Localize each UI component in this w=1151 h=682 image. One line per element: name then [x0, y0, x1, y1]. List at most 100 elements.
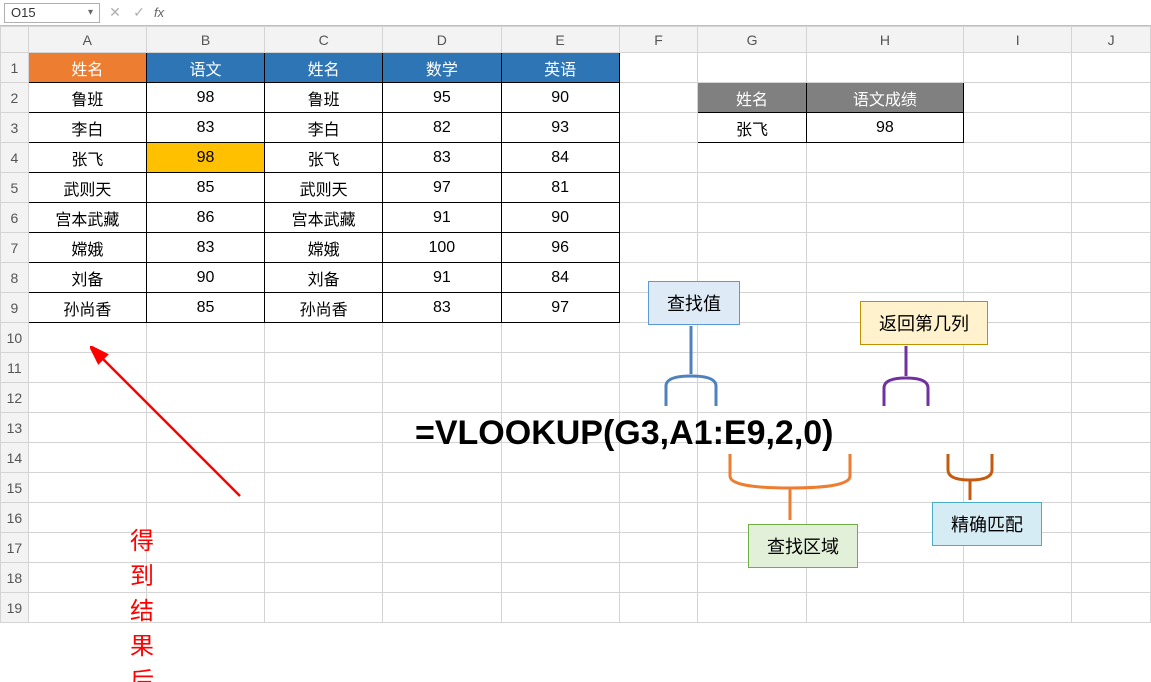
cell[interactable] — [383, 323, 501, 353]
cell[interactable] — [698, 533, 806, 563]
cell[interactable] — [265, 383, 383, 413]
cell[interactable] — [698, 173, 806, 203]
cell[interactable] — [1072, 383, 1151, 413]
cell[interactable]: 孙尚香 — [28, 293, 146, 323]
cell[interactable] — [619, 263, 698, 293]
cell[interactable] — [619, 503, 698, 533]
cell[interactable]: 李白 — [265, 113, 383, 143]
cell[interactable]: 武则天 — [265, 173, 383, 203]
cell[interactable] — [619, 83, 698, 113]
cell[interactable] — [1072, 83, 1151, 113]
cell[interactable] — [1072, 143, 1151, 173]
cell[interactable] — [964, 383, 1072, 413]
row-header[interactable]: 10 — [1, 323, 29, 353]
cell[interactable] — [146, 323, 264, 353]
cell[interactable]: 97 — [501, 293, 619, 323]
cell[interactable] — [964, 113, 1072, 143]
cell[interactable]: 姓名 — [28, 53, 146, 83]
row-header[interactable]: 17 — [1, 533, 29, 563]
cell[interactable] — [265, 323, 383, 353]
cell[interactable]: 宫本武藏 — [28, 203, 146, 233]
cell[interactable] — [806, 413, 963, 443]
cell[interactable]: 语文 — [146, 53, 264, 83]
cell[interactable] — [265, 503, 383, 533]
cell[interactable] — [619, 233, 698, 263]
cell[interactable] — [265, 533, 383, 563]
cell[interactable] — [806, 143, 963, 173]
select-all-corner[interactable] — [1, 27, 29, 53]
cell[interactable]: 83 — [146, 233, 264, 263]
cell[interactable] — [501, 503, 619, 533]
cell[interactable] — [698, 293, 806, 323]
cell[interactable] — [619, 353, 698, 383]
cell[interactable] — [619, 53, 698, 83]
col-header[interactable]: F — [619, 27, 698, 53]
cell[interactable] — [1072, 443, 1151, 473]
cell[interactable]: 85 — [146, 173, 264, 203]
cell[interactable] — [964, 263, 1072, 293]
cell[interactable] — [806, 563, 963, 593]
cell[interactable]: 张飞 — [698, 113, 806, 143]
cell[interactable] — [619, 383, 698, 413]
cell[interactable]: 90 — [146, 263, 264, 293]
cell[interactable] — [964, 353, 1072, 383]
cell[interactable]: 96 — [501, 233, 619, 263]
cell[interactable] — [806, 383, 963, 413]
cell[interactable]: 83 — [383, 293, 501, 323]
cell[interactable] — [501, 413, 619, 443]
cell[interactable]: 91 — [383, 263, 501, 293]
cell[interactable] — [806, 233, 963, 263]
cell[interactable] — [698, 563, 806, 593]
cell[interactable] — [1072, 323, 1151, 353]
cell[interactable] — [501, 443, 619, 473]
cell[interactable]: 98 — [806, 113, 963, 143]
cell[interactable] — [964, 83, 1072, 113]
cell[interactable] — [1072, 533, 1151, 563]
cell[interactable] — [698, 53, 806, 83]
cell[interactable] — [964, 443, 1072, 473]
cell[interactable] — [619, 533, 698, 563]
row-header[interactable]: 12 — [1, 383, 29, 413]
row-header[interactable]: 9 — [1, 293, 29, 323]
cell[interactable]: 孙尚香 — [265, 293, 383, 323]
row-header[interactable]: 4 — [1, 143, 29, 173]
cell[interactable] — [383, 533, 501, 563]
cell[interactable] — [964, 203, 1072, 233]
cell[interactable] — [619, 593, 698, 623]
cell[interactable]: 宫本武藏 — [265, 203, 383, 233]
cell[interactable] — [964, 293, 1072, 323]
cell[interactable] — [1072, 53, 1151, 83]
col-header[interactable]: C — [265, 27, 383, 53]
cell[interactable] — [698, 203, 806, 233]
cell[interactable] — [265, 473, 383, 503]
cell[interactable] — [806, 353, 963, 383]
row-header[interactable]: 8 — [1, 263, 29, 293]
row-header[interactable]: 18 — [1, 563, 29, 593]
col-header[interactable]: D — [383, 27, 501, 53]
cell[interactable] — [1072, 113, 1151, 143]
cell[interactable] — [698, 503, 806, 533]
cell[interactable] — [964, 593, 1072, 623]
cell[interactable]: 91 — [383, 203, 501, 233]
cell[interactable]: 86 — [146, 203, 264, 233]
cell[interactable] — [501, 563, 619, 593]
cell[interactable] — [964, 173, 1072, 203]
cell[interactable] — [265, 563, 383, 593]
row-header[interactable]: 11 — [1, 353, 29, 383]
row-header[interactable]: 19 — [1, 593, 29, 623]
cell[interactable] — [501, 533, 619, 563]
worksheet[interactable]: A B C D E F G H I J 1 姓名 语文 姓名 数学 英语 — [0, 26, 1151, 682]
cell[interactable] — [619, 323, 698, 353]
cell[interactable] — [501, 323, 619, 353]
cell[interactable] — [146, 413, 264, 443]
row-header[interactable]: 3 — [1, 113, 29, 143]
cell[interactable] — [146, 443, 264, 473]
cell[interactable] — [806, 323, 963, 353]
cell[interactable] — [1072, 593, 1151, 623]
cell[interactable]: 嫦娥 — [265, 233, 383, 263]
cell[interactable] — [1072, 413, 1151, 443]
cell[interactable] — [806, 443, 963, 473]
cell[interactable] — [806, 533, 963, 563]
cell[interactable] — [501, 473, 619, 503]
cell[interactable] — [964, 413, 1072, 443]
